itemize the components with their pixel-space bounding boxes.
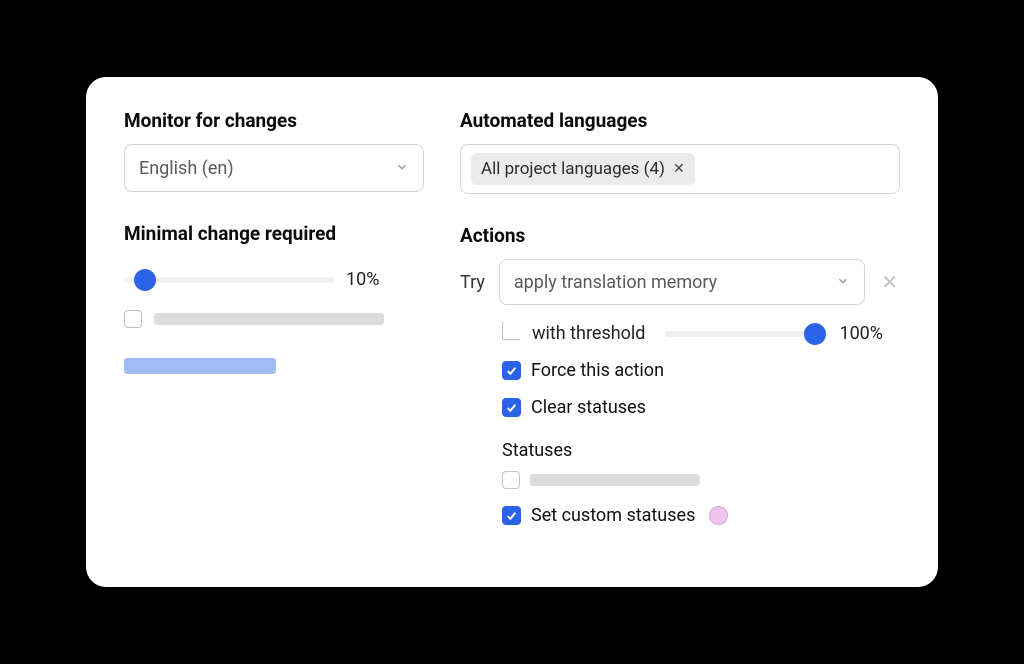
status-placeholder-skeleton (530, 474, 700, 486)
chevron-down-icon (395, 158, 409, 179)
min-change-value: 10% (346, 269, 379, 290)
languages-chip[interactable]: All project languages (4) ✕ (471, 153, 695, 185)
threshold-value: 100% (839, 323, 883, 344)
placeholder-checkbox[interactable] (124, 310, 142, 328)
monitor-language-value: English (en) (139, 158, 234, 179)
actions-title: Actions (460, 224, 900, 247)
languages-select[interactable]: All project languages (4) ✕ (460, 144, 900, 194)
threshold-slider[interactable] (665, 331, 815, 337)
languages-chip-label: All project languages (4) (481, 159, 665, 179)
col-right: Automated languages All project language… (460, 109, 900, 559)
placeholder-option-row (124, 310, 424, 328)
min-change-slider[interactable] (124, 277, 334, 283)
min-change-slider-row: 10% (124, 269, 424, 290)
remove-action-icon[interactable]: ✕ (879, 270, 900, 294)
set-custom-statuses-checkbox[interactable] (502, 506, 521, 525)
chevron-down-icon (836, 272, 850, 293)
try-row: Try apply translation memory ✕ (460, 259, 900, 305)
min-change-handle[interactable] (134, 269, 156, 291)
force-action-label: Force this action (531, 360, 664, 381)
status-placeholder-checkbox[interactable] (502, 471, 520, 489)
status-color-swatch[interactable] (709, 506, 728, 525)
force-action-row: Force this action (502, 360, 900, 381)
chip-remove-icon[interactable]: ✕ (673, 161, 685, 177)
placeholder-label-skeleton (154, 313, 384, 325)
set-custom-statuses-row: Set custom statuses (502, 505, 900, 526)
min-change-title: Minimal change required (124, 222, 424, 245)
clear-statuses-checkbox[interactable] (502, 398, 521, 417)
clear-statuses-row: Clear statuses (502, 397, 900, 418)
status-placeholder-row (502, 471, 900, 489)
monitor-title: Monitor for changes (124, 109, 424, 132)
set-custom-statuses-label: Set custom statuses (531, 505, 695, 526)
monitor-language-select[interactable]: English (en) (124, 144, 424, 192)
try-label: Try (460, 272, 485, 293)
threshold-handle[interactable] (804, 323, 826, 345)
try-action-value: apply translation memory (514, 272, 717, 293)
statuses-title: Statuses (502, 440, 900, 461)
placeholder-link-skeleton (124, 358, 276, 374)
col-left: Monitor for changes English (en) Minimal… (124, 109, 424, 559)
threshold-row: with threshold 100% (502, 323, 900, 344)
settings-card: Monitor for changes English (en) Minimal… (86, 77, 938, 587)
threshold-label: with threshold (532, 323, 645, 344)
force-action-checkbox[interactable] (502, 361, 521, 380)
languages-title: Automated languages (460, 109, 900, 132)
clear-statuses-label: Clear statuses (531, 397, 646, 418)
branch-icon (502, 322, 520, 340)
try-action-select[interactable]: apply translation memory (499, 259, 865, 305)
